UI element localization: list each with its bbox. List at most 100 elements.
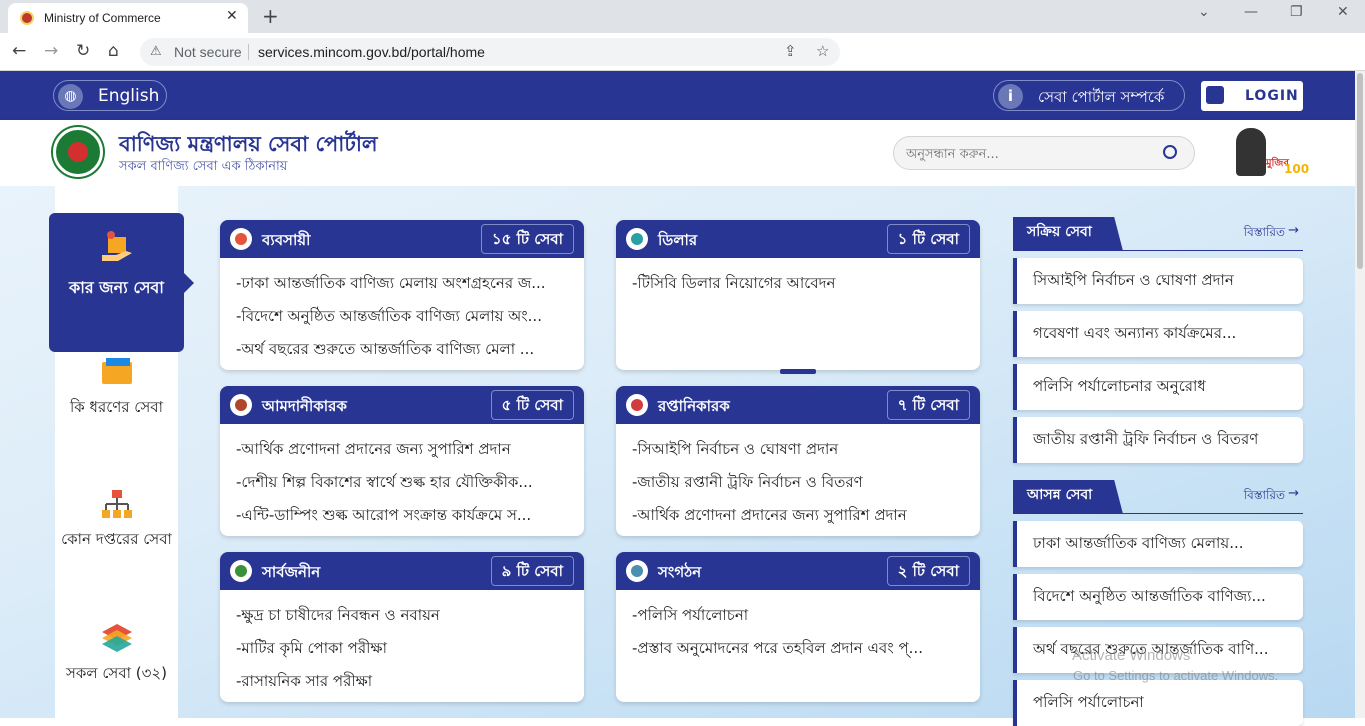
sidebar-item-all-services[interactable]: সকল সেবা (৩২) bbox=[55, 622, 178, 686]
folder-icon bbox=[100, 356, 134, 386]
carousel-indicator[interactable] bbox=[780, 369, 816, 374]
active-pointer bbox=[184, 273, 194, 293]
service-link[interactable]: -সিআইপি নির্বাচন ও ঘোষণা প্রদান bbox=[632, 433, 968, 466]
close-tab-icon[interactable]: ✕ bbox=[226, 8, 238, 24]
government-seal-logo[interactable] bbox=[53, 127, 103, 177]
upcoming-service-item[interactable]: ঢাকা আন্তর্জাতিক বাণিজ্য মেলায়... bbox=[1013, 521, 1303, 567]
details-link[interactable]: বিস্তারিত bbox=[1244, 487, 1285, 507]
mujib-100-logo: মুজিব 100 bbox=[1232, 126, 1309, 180]
citizen-icon bbox=[230, 560, 252, 582]
organization-icon bbox=[626, 560, 648, 582]
service-link[interactable]: -দেশীয় শিল্প বিকাশের স্বার্থে শুল্ক হার… bbox=[236, 466, 572, 499]
browser-tab-bar: Ministry of Commerce ✕ + ⌄ — ❐ ✕ bbox=[0, 0, 1365, 33]
new-tab-icon[interactable]: + bbox=[262, 4, 279, 28]
stack-icon bbox=[100, 622, 134, 652]
service-link[interactable]: -আর্থিক প্রণোদনা প্রদানের জন্য সুপারিশ প… bbox=[632, 499, 968, 532]
service-link[interactable]: -টিসিবি ডিলার নিয়োগের আবেদন bbox=[632, 267, 968, 300]
search-box[interactable] bbox=[893, 136, 1195, 170]
sidebar-item-label: সকল সেবা (৩২) bbox=[65, 664, 168, 682]
tab-search-icon[interactable]: ⌄ bbox=[1198, 4, 1210, 20]
service-link[interactable]: -জাতীয় রপ্তানী ট্রফি নির্বাচন ও বিতরণ bbox=[632, 466, 968, 499]
org-chart-icon bbox=[100, 488, 134, 518]
upcoming-service-item[interactable]: পলিসি পর্যালোচনা bbox=[1013, 680, 1303, 726]
warning-icon[interactable]: ⚠ bbox=[150, 43, 162, 59]
main-content: কি ধরণের সেবা কোন দপ্তরের সেবা সকল সেবা … bbox=[0, 186, 1365, 726]
arrow-right-icon[interactable]: → bbox=[1288, 223, 1299, 238]
site-favicon-icon bbox=[20, 11, 34, 25]
service-card-exporter[interactable]: রপ্তানিকারক ৭ টি সেবা -সিআইপি নির্বাচন ও… bbox=[616, 386, 980, 536]
site-subtitle: সকল বাণিজ্য সেবা এক ঠিকানায় bbox=[119, 159, 288, 174]
active-service-item[interactable]: গবেষণা এবং অন্যান্য কার্যক্রমের... bbox=[1013, 311, 1303, 357]
login-label: LOGIN bbox=[1245, 88, 1299, 104]
language-button[interactable]: ◍ English bbox=[53, 80, 167, 111]
minimize-icon[interactable]: — bbox=[1244, 4, 1258, 20]
card-header: আমদানীকারক ৫ টি সেবা bbox=[220, 386, 584, 424]
tab-title: Ministry of Commerce bbox=[44, 11, 161, 25]
service-card-importer[interactable]: আমদানীকারক ৫ টি সেবা -আর্থিক প্রণোদনা প্… bbox=[220, 386, 584, 536]
exporter-icon bbox=[626, 394, 648, 416]
forward-icon[interactable]: → bbox=[44, 41, 58, 61]
active-services-panel: সক্রিয় সেবা বিস্তারিত → সিআইপি নির্বাচন… bbox=[1013, 217, 1303, 463]
not-secure-label[interactable]: Not secure bbox=[174, 44, 242, 60]
card-header: ডিলার ১ টি সেবা bbox=[616, 220, 980, 258]
omnibox[interactable]: ⚠ Not secure services.mincom.gov.bd/port… bbox=[140, 38, 840, 66]
card-header: সার্বজনীন ৯ টি সেবা bbox=[220, 552, 584, 590]
card-title: রপ্তানিকারক bbox=[658, 397, 730, 415]
service-card-organization[interactable]: সংগঠন ২ টি সেবা -পলিসি পর্যালোচনা -প্রস্… bbox=[616, 552, 980, 702]
sidebar-item-label: কার জন্য সেবা bbox=[69, 278, 164, 297]
active-service-item[interactable]: সিআইপি নির্বাচন ও ঘোষণা প্রদান bbox=[1013, 258, 1303, 304]
card-header: সংগঠন ২ টি সেবা bbox=[616, 552, 980, 590]
service-count-badge: ৭ টি সেবা bbox=[886, 390, 970, 420]
service-link[interactable]: -রাসায়নিক সার পরীক্ষা bbox=[236, 665, 572, 698]
service-card-dealer[interactable]: ডিলার ১ টি সেবা -টিসিবি ডিলার নিয়োগের আ… bbox=[616, 220, 980, 370]
panel-title: আসন্ন সেবা bbox=[1013, 480, 1123, 514]
address-bar-row: ← → ↻ ⌂ ⚠ Not secure services.mincom.gov… bbox=[0, 33, 1365, 95]
active-service-item[interactable]: জাতীয় রপ্তানী ট্রফি নির্বাচন ও বিতরণ bbox=[1013, 417, 1303, 463]
arrow-right-icon[interactable]: → bbox=[1288, 486, 1299, 501]
hand-box-icon bbox=[99, 229, 135, 265]
service-link[interactable]: -আর্থিক প্রণোদনা প্রদানের জন্য সুপারিশ প… bbox=[236, 433, 572, 466]
sidebar-item-service-type[interactable]: কি ধরণের সেবা bbox=[55, 356, 178, 420]
service-link[interactable]: -ক্ষুদ্র চা চাষীদের নিবন্ধন ও নবায়ন bbox=[236, 599, 572, 632]
card-title: ব্যবসায়ী bbox=[262, 231, 311, 249]
about-portal-button[interactable]: i সেবা পোর্টাল সম্পর্কে bbox=[993, 80, 1185, 111]
back-icon[interactable]: ← bbox=[12, 41, 26, 61]
service-card-businessman[interactable]: ব্যবসায়ী ১৫ টি সেবা -ঢাকা আন্তর্জাতিক ব… bbox=[220, 220, 584, 370]
service-link[interactable]: -ঢাকা আন্তর্জাতিক বাণিজ্য মেলায় অংশগ্রহ… bbox=[236, 267, 572, 300]
search-icon[interactable] bbox=[1163, 145, 1177, 159]
upcoming-service-item[interactable]: বিদেশে অনুষ্ঠিত আন্তর্জাতিক বাণিজ্য... bbox=[1013, 574, 1303, 620]
bookmark-star-icon[interactable]: ☆ bbox=[816, 42, 829, 60]
restore-icon[interactable]: ❐ bbox=[1290, 4, 1303, 20]
service-link[interactable]: -বিদেশে অনুষ্ঠিত আন্তর্জাতিক বাণিজ্য মেল… bbox=[236, 300, 572, 333]
service-link[interactable]: -মাটির কৃমি পোকা পরীক্ষা bbox=[236, 632, 572, 665]
service-link[interactable]: -অর্থ বছরের শুরুতে আন্তর্জাতিক বাণিজ্য ম… bbox=[236, 333, 572, 366]
service-link[interactable]: -প্রস্তাব অনুমোদনের পরে তহবিল প্রদান এবং… bbox=[632, 632, 968, 665]
page-scrollbar[interactable] bbox=[1355, 71, 1365, 718]
windows-activation-hint: Go to Settings to activate Windows. bbox=[1073, 668, 1279, 683]
login-button[interactable]: LOGIN bbox=[1201, 81, 1303, 111]
reload-icon[interactable]: ↻ bbox=[76, 41, 90, 61]
search-input[interactable] bbox=[906, 144, 1156, 164]
service-link[interactable]: -পলিসি পর্যালোচনা bbox=[632, 599, 968, 632]
info-icon: i bbox=[998, 84, 1023, 109]
site-header: বাণিজ্য মন্ত্রণালয় সেবা পোর্টাল সকল বাণ… bbox=[0, 120, 1365, 186]
active-service-item[interactable]: পলিসি পর্যালোচনার অনুরোধ bbox=[1013, 364, 1303, 410]
sidebar-item-for-whom[interactable]: কার জন্য সেবা bbox=[49, 213, 194, 352]
card-title: ডিলার bbox=[658, 231, 698, 249]
mujib-number: 100 bbox=[1284, 162, 1310, 176]
scrollbar-thumb[interactable] bbox=[1357, 73, 1363, 269]
details-link[interactable]: বিস্তারিত bbox=[1244, 224, 1285, 244]
share-icon[interactable]: ⇪ bbox=[784, 42, 797, 60]
card-title: সার্বজনীন bbox=[262, 563, 321, 581]
browser-tab[interactable]: Ministry of Commerce ✕ bbox=[8, 3, 248, 33]
url-text[interactable]: services.mincom.gov.bd/portal/home bbox=[258, 44, 485, 60]
service-card-citizen[interactable]: সার্বজনীন ৯ টি সেবা -ক্ষুদ্র চা চাষীদের … bbox=[220, 552, 584, 702]
sidebar-item-office[interactable]: কোন দপ্তরের সেবা bbox=[55, 488, 178, 552]
home-icon[interactable]: ⌂ bbox=[108, 41, 119, 61]
lock-icon bbox=[1206, 86, 1224, 104]
service-count-badge: ৫ টি সেবা bbox=[490, 390, 574, 420]
businessman-icon bbox=[230, 228, 252, 250]
close-window-icon[interactable]: ✕ bbox=[1337, 4, 1349, 20]
service-link[interactable]: -এন্টি-ডাম্পিং শুল্ক আরোপ সংক্রান্ত কার্… bbox=[236, 499, 572, 532]
panel-title: সক্রিয় সেবা bbox=[1013, 217, 1123, 251]
